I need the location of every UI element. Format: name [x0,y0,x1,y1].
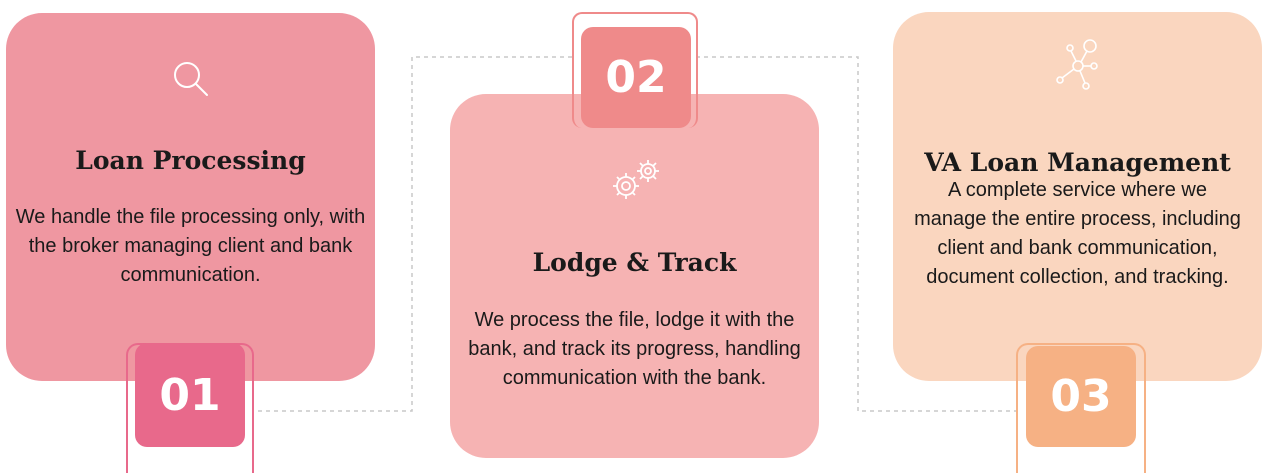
step-title: Loan Processing [75,146,306,175]
step-badge-2: 02 [581,27,691,128]
step-description: We process the file, lodge it with the b… [468,309,801,389]
network-icon [1048,36,1108,101]
step-badge-1: 01 [135,343,245,447]
step-description: We handle the file processing only, with… [15,206,366,286]
gears-icon [595,154,675,209]
search-icon [169,57,213,106]
step-title: Lodge & Track [532,248,737,277]
step-card-3: VA Loan Management A complete service wh… [893,12,1262,381]
step-card-1: Loan Processing We handle the file proce… [6,13,375,381]
step-badge-3: 03 [1026,346,1136,447]
step-title: VA Loan Management [924,148,1231,177]
step-card-2: Lodge & Track We process the file, lodge… [450,94,819,458]
step-description: A complete service where we manage the e… [914,179,1241,288]
